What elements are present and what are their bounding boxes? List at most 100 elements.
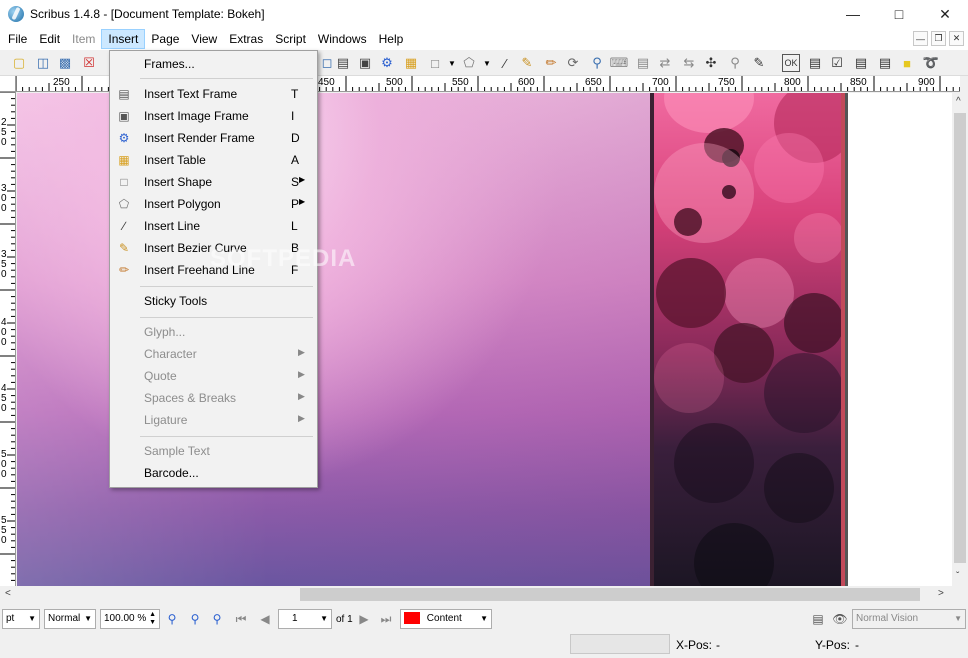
doc-minimize-button[interactable]: — — [913, 31, 928, 46]
shape-dropdown-icon[interactable]: ▼ — [443, 54, 461, 72]
pdf-list-box-icon[interactable]: ▤ — [876, 54, 894, 72]
shortcut-label: I — [291, 109, 295, 123]
copy-properties-icon[interactable]: ⚲ — [726, 54, 744, 72]
text-annotation-icon[interactable]: ■ — [898, 54, 916, 72]
vertical-scroll-thumb[interactable] — [954, 113, 966, 563]
freehand-tool-icon[interactable]: ✏ — [542, 54, 560, 72]
stepper-icon[interactable]: ▲ ▼ — [149, 611, 156, 627]
unlink-frames-icon[interactable]: ⇆ — [680, 54, 698, 72]
bezier-tool-icon[interactable]: ✎ — [518, 54, 536, 72]
new-document-icon[interactable]: ▢ — [10, 54, 28, 72]
open-document-icon[interactable]: ◫ — [34, 54, 52, 72]
measurements-icon[interactable]: ✣ — [702, 54, 720, 72]
image-frame-tool-icon[interactable]: ▣ — [356, 54, 374, 72]
first-page-icon[interactable]: ⏮ — [233, 611, 249, 627]
menu-frames[interactable]: Frames... — [110, 53, 317, 75]
ruler-label: 800 — [784, 77, 801, 88]
menu-character[interactable]: Character ▶ — [110, 343, 317, 365]
menu-item-label: Insert Render Frame — [144, 131, 255, 145]
maximize-button[interactable]: □ — [876, 0, 922, 28]
zoom-out-icon[interactable]: ⚲ — [164, 611, 180, 627]
rotate-tool-icon[interactable]: ⟳ — [564, 54, 582, 72]
menu-item[interactable]: Item — [66, 29, 101, 49]
menu-spaces-breaks[interactable]: Spaces & Breaks ▶ — [110, 387, 317, 409]
close-button[interactable]: ✕ — [922, 0, 968, 28]
menu-view[interactable]: View — [185, 29, 223, 49]
unit-select[interactable]: pt ▼ — [2, 609, 40, 629]
menu-barcode[interactable]: Barcode... — [110, 462, 317, 484]
link-frames-icon[interactable]: ⇄ — [656, 54, 674, 72]
polygon-tool-icon[interactable]: ⬠ — [460, 54, 478, 72]
zoom-value: 100.00 % — [104, 613, 147, 624]
menu-quote[interactable]: Quote ▶ — [110, 365, 317, 387]
menu-glyph[interactable]: Glyph... — [110, 321, 317, 343]
close-document-icon[interactable]: ☒ — [80, 54, 98, 72]
zoom-tool-icon[interactable]: ⚲ — [588, 54, 606, 72]
zoom-actual-icon[interactable]: ⚲ — [187, 611, 203, 627]
text-frame-icon: ▤ — [118, 87, 130, 101]
link-annotation-icon[interactable]: ➰ — [922, 54, 940, 72]
menu-insert-line[interactable]: ∕ Insert Line L — [110, 215, 317, 237]
doc-restore-button[interactable]: ❐ — [931, 31, 946, 46]
minimize-button[interactable]: — — [830, 0, 876, 28]
edit-text-icon[interactable]: ▤ — [634, 54, 652, 72]
page-number-select[interactable]: 1 ▼ — [278, 609, 332, 629]
menu-windows[interactable]: Windows — [312, 29, 373, 49]
menu-separator — [140, 78, 313, 79]
eyedropper-icon[interactable]: ✎ — [750, 54, 768, 72]
scroll-up-icon[interactable]: ^ — [956, 96, 961, 107]
ruler-label: 5 5 0 — [1, 515, 7, 546]
text-frame-tool-icon[interactable]: ▤ — [334, 54, 352, 72]
menu-insert[interactable]: Insert — [101, 29, 146, 49]
vertical-scrollbar[interactable]: ^ ˇ — [952, 93, 968, 586]
last-page-icon[interactable]: ⏭ — [378, 611, 394, 627]
pdf-combo-box-icon[interactable]: ▤ — [852, 54, 870, 72]
pdf-text-field-icon[interactable]: ▤ — [806, 54, 824, 72]
visual-appearance-select[interactable]: Normal Vision ▼ — [852, 609, 966, 629]
preview-mode-icon[interactable]: ▤ — [810, 611, 826, 627]
layer-select[interactable]: Content ▼ — [400, 609, 492, 629]
shape-tool-icon[interactable]: □ — [426, 54, 444, 72]
menu-edit[interactable]: Edit — [33, 29, 66, 49]
menu-insert-polygon[interactable]: ⬠ Insert Polygon P ▶ — [110, 193, 317, 215]
menu-file[interactable]: File — [2, 29, 33, 49]
vertical-ruler[interactable]: 2 5 0 3 0 0 3 5 0 4 0 0 4 5 0 5 0 0 5 5 … — [0, 92, 16, 586]
menu-item-label: Sample Text — [144, 444, 210, 458]
ruler-label: 750 — [718, 77, 735, 88]
zoom-input[interactable]: 100.00 % ▲ ▼ — [100, 609, 160, 629]
pdf-checkbox-icon[interactable]: ☑ — [828, 54, 846, 72]
eye-icon[interactable]: 👁 — [832, 611, 848, 627]
ruler-label: 4 5 0 — [1, 383, 7, 414]
table-tool-icon[interactable]: ▦ — [402, 54, 420, 72]
menu-script[interactable]: Script — [269, 29, 312, 49]
menu-help[interactable]: Help — [373, 29, 410, 49]
ruler-label: 550 — [452, 77, 469, 88]
edit-contents-icon[interactable]: ⌨ — [610, 54, 629, 72]
menu-extras[interactable]: Extras — [223, 29, 269, 49]
menu-insert-shape[interactable]: □ Insert Shape S ▶ — [110, 171, 317, 193]
menu-sample-text[interactable]: Sample Text — [110, 440, 317, 462]
menu-ligature[interactable]: Ligature ▶ — [110, 409, 317, 431]
doc-close-button[interactable]: ✕ — [949, 31, 964, 46]
render-frame-tool-icon[interactable]: ⚙ — [378, 54, 396, 72]
scroll-right-icon[interactable]: > — [938, 588, 944, 599]
menu-insert-table[interactable]: ▦ Insert Table A — [110, 149, 317, 171]
polygon-dropdown-icon[interactable]: ▼ — [478, 54, 496, 72]
save-document-icon[interactable]: ▩ — [56, 54, 74, 72]
bokeh-image[interactable] — [654, 93, 841, 586]
horizontal-scrollbar[interactable]: < > — [0, 586, 952, 603]
menu-insert-image-frame[interactable]: ▣ Insert Image Frame I — [110, 105, 317, 127]
scroll-down-icon[interactable]: ˇ — [956, 571, 959, 582]
next-page-icon[interactable]: ▶ — [356, 611, 372, 627]
previous-page-icon[interactable]: ◀ — [257, 611, 273, 627]
menu-page[interactable]: Page — [145, 29, 185, 49]
view-mode-select[interactable]: Normal ▼ — [44, 609, 96, 629]
horizontal-scroll-thumb[interactable] — [300, 588, 920, 601]
zoom-in-icon[interactable]: ⚲ — [209, 611, 225, 627]
menu-insert-text-frame[interactable]: ▤ Insert Text Frame T — [110, 83, 317, 105]
menu-insert-render-frame[interactable]: ⚙ Insert Render Frame D — [110, 127, 317, 149]
scroll-left-icon[interactable]: < — [5, 588, 11, 599]
line-tool-icon[interactable]: ∕ — [496, 54, 514, 72]
menu-sticky-tools[interactable]: Sticky Tools — [110, 290, 317, 312]
pdf-push-button-icon[interactable]: OK — [782, 54, 800, 72]
